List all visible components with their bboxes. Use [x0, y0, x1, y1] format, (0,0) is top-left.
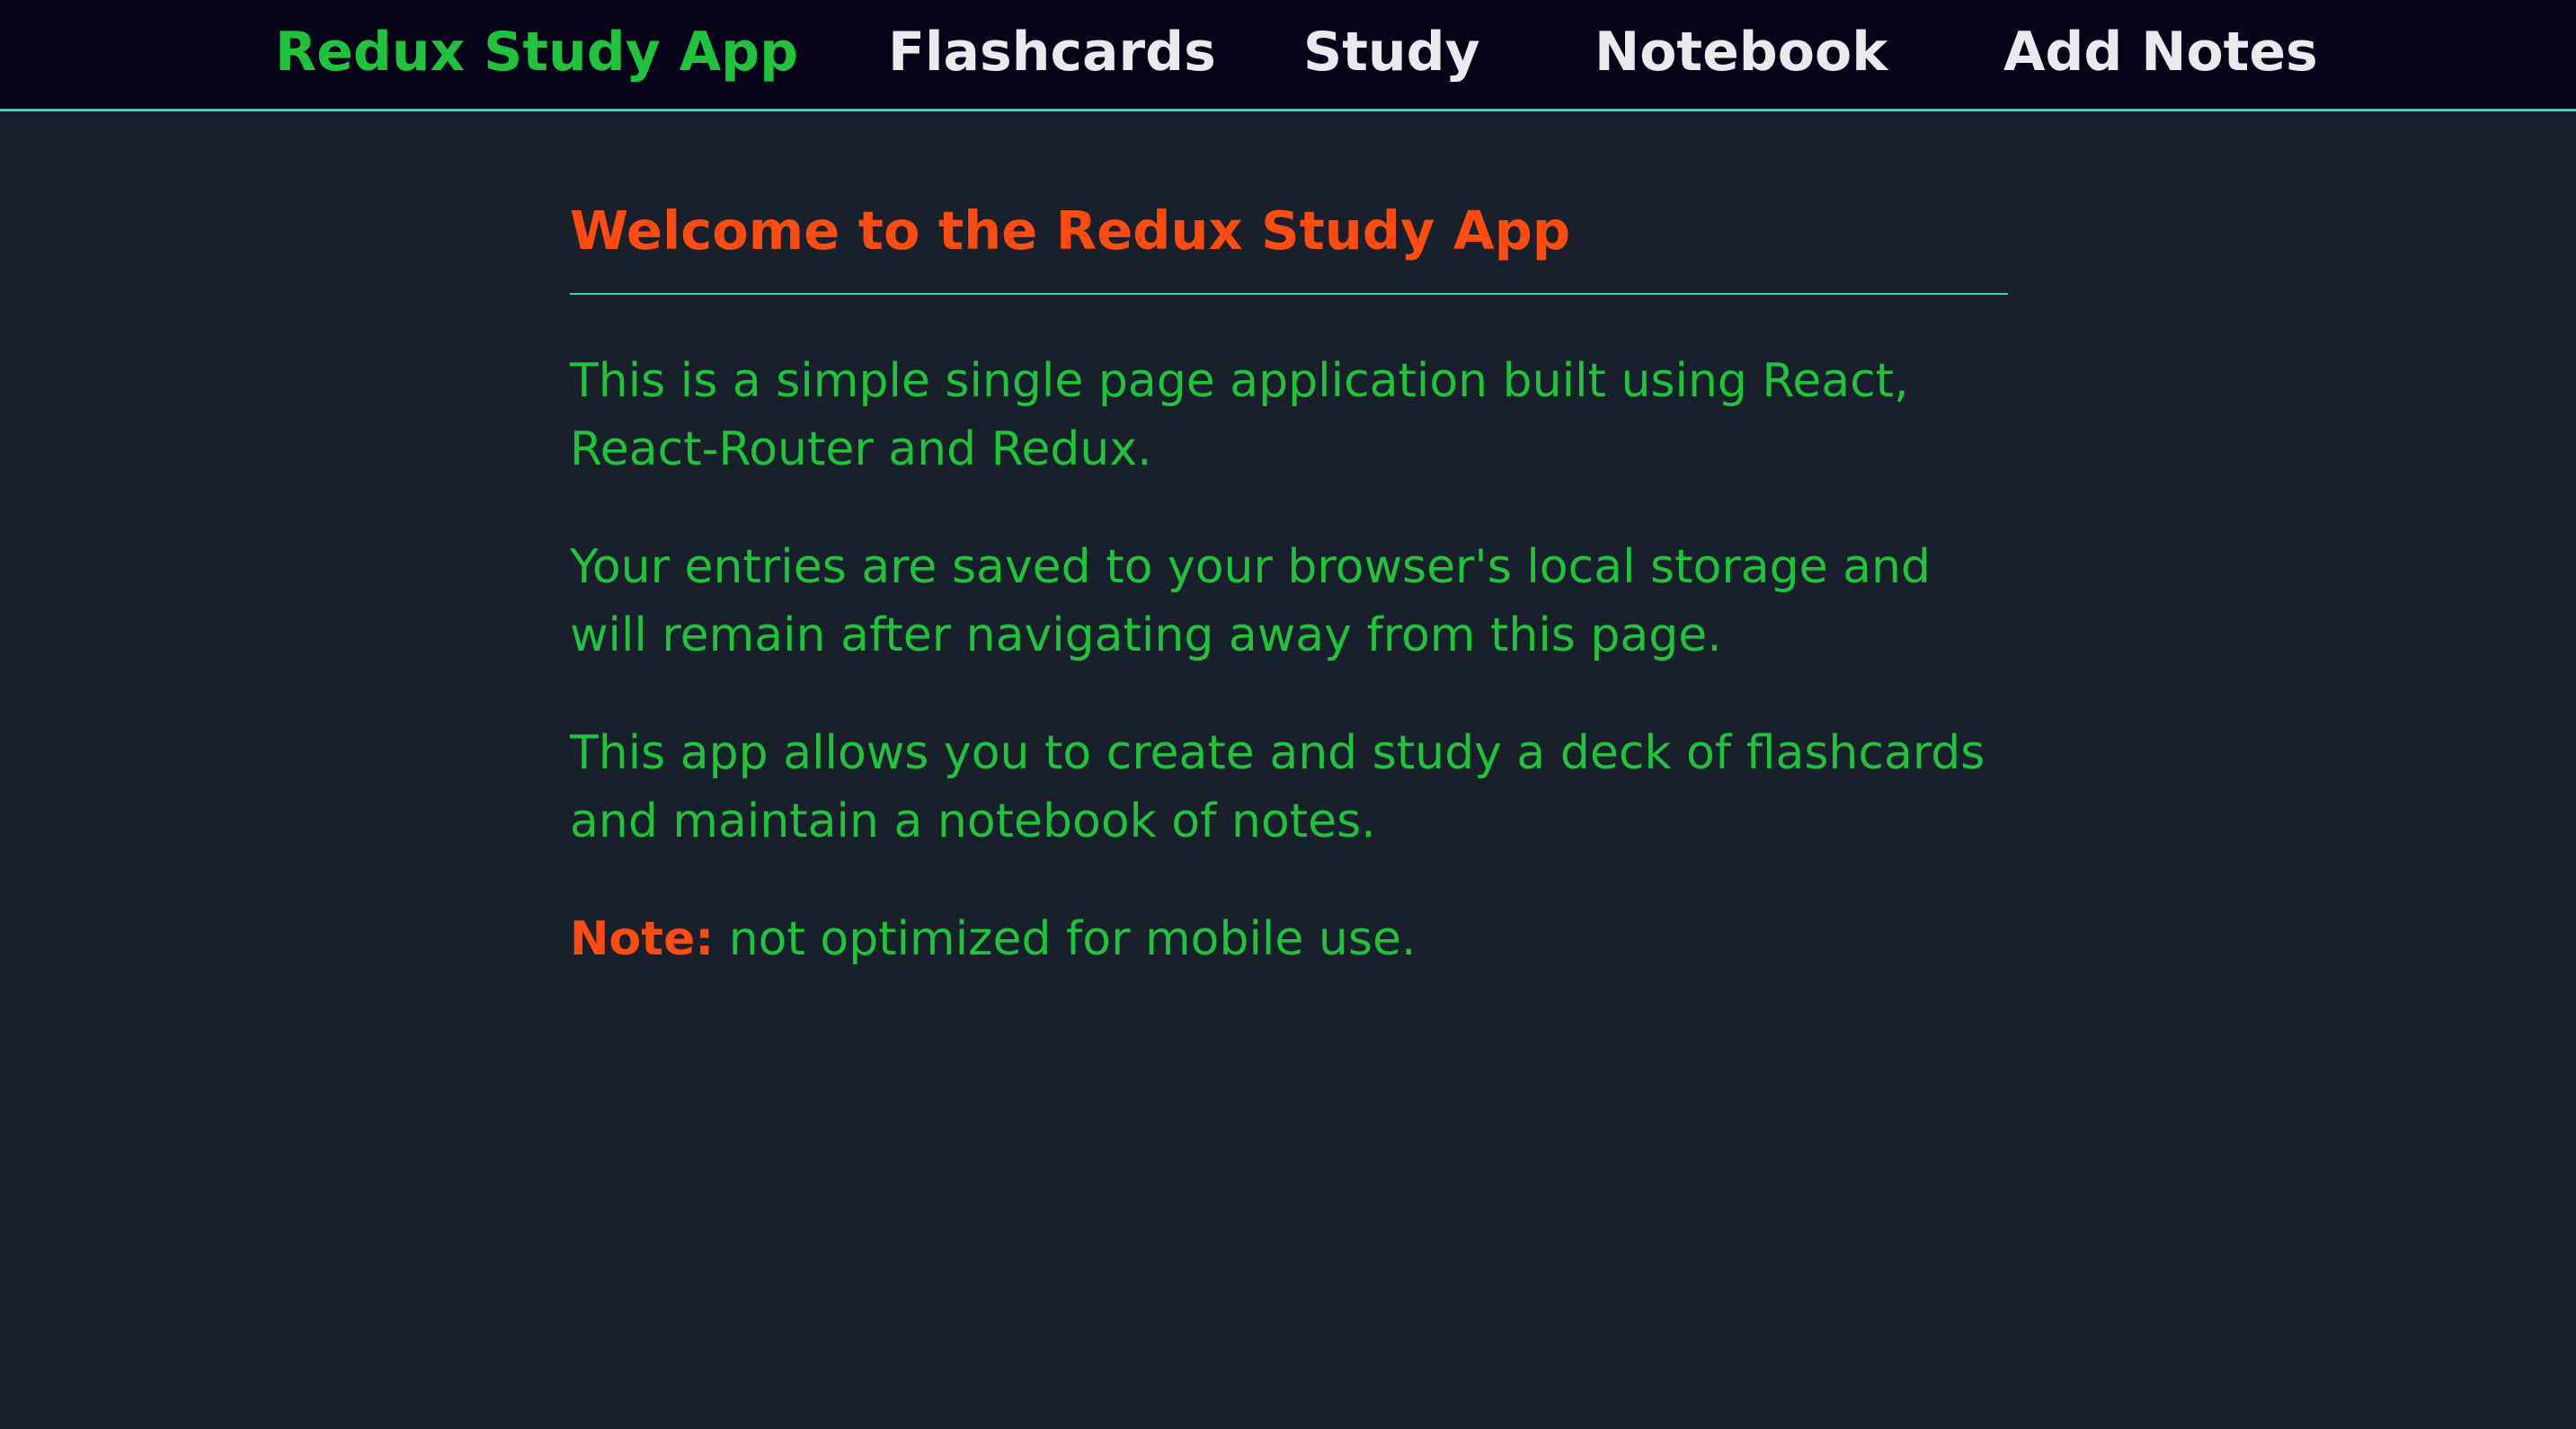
storage-paragraph: Your entries are saved to your browser's… — [570, 540, 1931, 662]
nav-item-flashcards[interactable]: Flashcards — [888, 0, 1216, 109]
features-paragraph: This app allows you to create and study … — [570, 726, 1985, 848]
nav-item-study[interactable]: Study — [1303, 0, 1480, 109]
note-text: not optimized for mobile use. — [714, 912, 1417, 966]
nav-brand-link[interactable]: Redux Study App — [275, 0, 798, 109]
note-paragraph: Note: not optimized for mobile use. — [570, 905, 2008, 973]
page-title: Welcome to the Redux Study App — [570, 111, 2008, 295]
note-label: Note: — [570, 912, 715, 966]
nav-item-add-notes[interactable]: Add Notes — [2003, 0, 2318, 109]
intro-paragraph: This is a simple single page application… — [570, 354, 1909, 476]
nav-item-notebook[interactable]: Notebook — [1594, 0, 1888, 109]
top-navbar: Redux Study App Flashcards Study Noteboo… — [0, 0, 2576, 111]
main-content: Welcome to the Redux Study App This is a… — [570, 111, 2008, 973]
